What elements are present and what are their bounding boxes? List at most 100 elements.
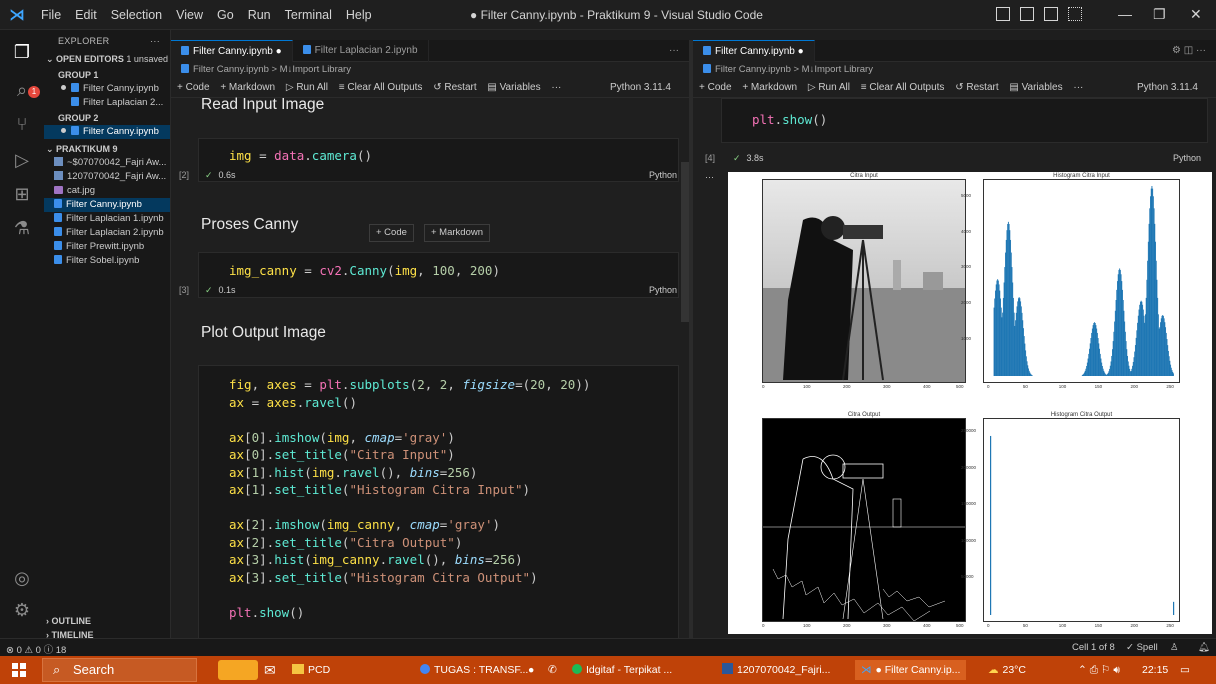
restore-icon[interactable]: ❐ [1153, 6, 1166, 23]
cell-language[interactable]: Python [649, 170, 677, 180]
clear-outputs-button[interactable]: ≡ Clear All Outputs [339, 82, 423, 93]
file-item[interactable]: ~$07070042_Fajri Aw... [44, 156, 170, 170]
file-item[interactable]: Filter Canny.ipynb [44, 198, 170, 212]
more-actions-icon[interactable]: ··· [659, 40, 689, 62]
clear-outputs-button[interactable]: ≡ Clear All Outputs [861, 82, 945, 93]
toggle-panel-icon[interactable] [1020, 7, 1034, 21]
testing-icon[interactable]: ⚗ [10, 216, 34, 240]
problems-indicator[interactable]: ⊗ 0 ⚠ 0 ⓘ 18 [6, 642, 66, 656]
toolbar-more-button[interactable]: ··· [551, 82, 561, 93]
variables-button[interactable]: ▤ Variables [487, 82, 540, 93]
open-editor-item[interactable]: Filter Canny.ipynb [44, 125, 170, 139]
file-item[interactable]: Filter Laplacian 1.ipynb [44, 212, 170, 226]
taskbar-clock[interactable]: 22:15 [1142, 660, 1168, 680]
add-markdown-button[interactable]: + Markdown [742, 82, 797, 93]
file-item[interactable]: Filter Sobel.ipynb [44, 254, 170, 268]
menu-go[interactable]: Go [210, 8, 241, 22]
minimize-icon[interactable]: — [1118, 6, 1132, 22]
restart-button[interactable]: ↺ Restart [433, 82, 476, 93]
menu-edit[interactable]: Edit [68, 8, 104, 22]
cell-code[interactable]: img_canny = cv2.Canny(img, 100, 200) [229, 262, 500, 280]
file-item[interactable]: Filter Prewitt.ipynb [44, 240, 170, 254]
add-markdown-cell-button[interactable]: + Markdown [424, 224, 491, 242]
add-code-button[interactable]: + Code [699, 82, 732, 93]
toggle-sidebar-icon[interactable] [996, 7, 1010, 21]
run-debug-icon[interactable]: ▷ [10, 148, 34, 172]
weather-widget[interactable]: ☁ 23°C [988, 660, 1026, 680]
cell-code[interactable]: img = data.camera() [229, 147, 372, 165]
add-markdown-button[interactable]: + Markdown [220, 82, 275, 93]
file-item[interactable]: 1207070042_Fajri Aw... [44, 170, 170, 184]
tab-filter-canny[interactable]: Filter Canny.ipynb ● [693, 40, 815, 62]
kernel-picker[interactable]: Python 3.11.4 [610, 78, 671, 97]
code-cell[interactable]: plt.show() [721, 98, 1208, 143]
source-control-icon[interactable]: ⑂ [10, 112, 34, 136]
restart-button[interactable]: ↺ Restart [955, 82, 998, 93]
variables-button[interactable]: ▤ Variables [1009, 82, 1062, 93]
settings-gear-icon[interactable]: ⚙ [10, 598, 34, 622]
opera-icon[interactable]: ● [528, 660, 534, 680]
code-cell[interactable]: img_canny = cv2.Canny(img, 100, 200) [198, 252, 679, 298]
spell-indicator[interactable]: ✓ Spell [1126, 642, 1158, 653]
add-code-button[interactable]: + Code [177, 82, 210, 93]
cell-language[interactable]: Python [649, 285, 677, 295]
taskbar-item-word[interactable]: 1207070042_Fajri... [722, 660, 830, 680]
run-all-button[interactable]: ▷ Run All [808, 82, 850, 93]
account-icon[interactable]: ◎ [10, 566, 34, 590]
markdown-heading[interactable]: Plot Output Image [201, 324, 326, 342]
taskbar-item-chrome[interactable]: TUGAS : TRANSF... [420, 660, 528, 680]
whatsapp-icon[interactable]: ✆ [548, 660, 557, 680]
menu-view[interactable]: View [169, 8, 210, 22]
menu-run[interactable]: Run [241, 8, 278, 22]
timeline-section[interactable]: › TIMELINE [44, 628, 94, 638]
open-editors-section[interactable]: ⌄ OPEN EDITORS 1 unsaved [44, 52, 170, 66]
cell-code[interactable]: fig, axes = plt.subplots(2, 2, figsize=(… [229, 376, 590, 621]
mail-icon[interactable]: ✉ [264, 660, 276, 680]
notifications-bell-icon[interactable]: 🔔︎ [1198, 642, 1210, 653]
widgets-icon[interactable] [218, 660, 258, 680]
taskbar-item-pcd[interactable]: PCD [292, 660, 330, 680]
windows-start-icon[interactable] [12, 663, 26, 677]
system-tray-icons[interactable]: ⌃ ⎙ ⚐ 🔊︎ [1078, 660, 1120, 680]
close-icon[interactable]: ✕ [1190, 6, 1202, 23]
run-all-button[interactable]: ▷ Run All [286, 82, 328, 93]
add-code-cell-button[interactable]: + Code [369, 224, 414, 242]
folder-praktikum9[interactable]: ⌄ PRAKTIKUM 9 [44, 142, 170, 156]
file-item[interactable]: cat.jpg [44, 184, 170, 198]
extensions-icon[interactable]: ⊞ [10, 182, 34, 206]
cell-code[interactable]: plt.show() [752, 111, 827, 129]
x-tick-label: 100 [1058, 623, 1067, 628]
toolbar-more-button[interactable]: ··· [1073, 82, 1083, 93]
open-editor-item[interactable]: Filter Canny.ipynb [44, 82, 170, 96]
accounts-icon[interactable]: ♙ [1170, 642, 1179, 653]
output-actions-icon[interactable]: ··· [705, 172, 714, 182]
taskbar-item-spotify[interactable]: Idgitaf - Terpikat ... [572, 660, 672, 680]
cell-language[interactable]: Python [1173, 153, 1201, 163]
markdown-heading[interactable]: Read Input Image [201, 96, 324, 114]
split-editor-icon[interactable]: ⚙ ◫ ··· [1162, 40, 1216, 62]
menu-selection[interactable]: Selection [104, 8, 169, 22]
code-cell[interactable]: img = data.camera() [198, 138, 679, 182]
search-icon[interactable]: ⌕ [10, 78, 34, 102]
tab-filter-laplacian2[interactable]: Filter Laplacian 2.ipynb [293, 40, 429, 62]
notification-center-icon[interactable]: ▭ [1180, 660, 1190, 680]
taskbar-item-vscode[interactable]: ⋊ ● Filter Canny.ip... [855, 660, 967, 680]
file-item[interactable]: Filter Laplacian 2.ipynb [44, 226, 170, 240]
menu-file[interactable]: File [34, 8, 68, 22]
markdown-heading[interactable]: Proses Canny [201, 216, 298, 234]
toggle-secondary-sidebar-icon[interactable] [1044, 7, 1058, 21]
tab-filter-canny[interactable]: Filter Canny.ipynb ● [171, 40, 293, 62]
menu-help[interactable]: Help [339, 8, 379, 22]
menu-terminal[interactable]: Terminal [278, 8, 339, 22]
more-actions-icon[interactable]: ··· [150, 30, 160, 52]
taskbar-search[interactable]: ⌕ Search [42, 658, 197, 682]
kernel-picker[interactable]: Python 3.11.4 [1137, 78, 1198, 97]
editor-scrollbar[interactable] [681, 162, 689, 322]
code-cell[interactable]: fig, axes = plt.subplots(2, 2, figsize=(… [198, 365, 679, 638]
explorer-icon[interactable]: ❐ [10, 40, 34, 64]
open-editor-item[interactable]: Filter Laplacian 2... [44, 96, 170, 110]
folder-icon [292, 664, 304, 674]
cell-indicator[interactable]: Cell 1 of 8 [1072, 642, 1115, 653]
customize-layout-icon[interactable] [1068, 7, 1082, 21]
outline-section[interactable]: › OUTLINE [44, 614, 91, 628]
